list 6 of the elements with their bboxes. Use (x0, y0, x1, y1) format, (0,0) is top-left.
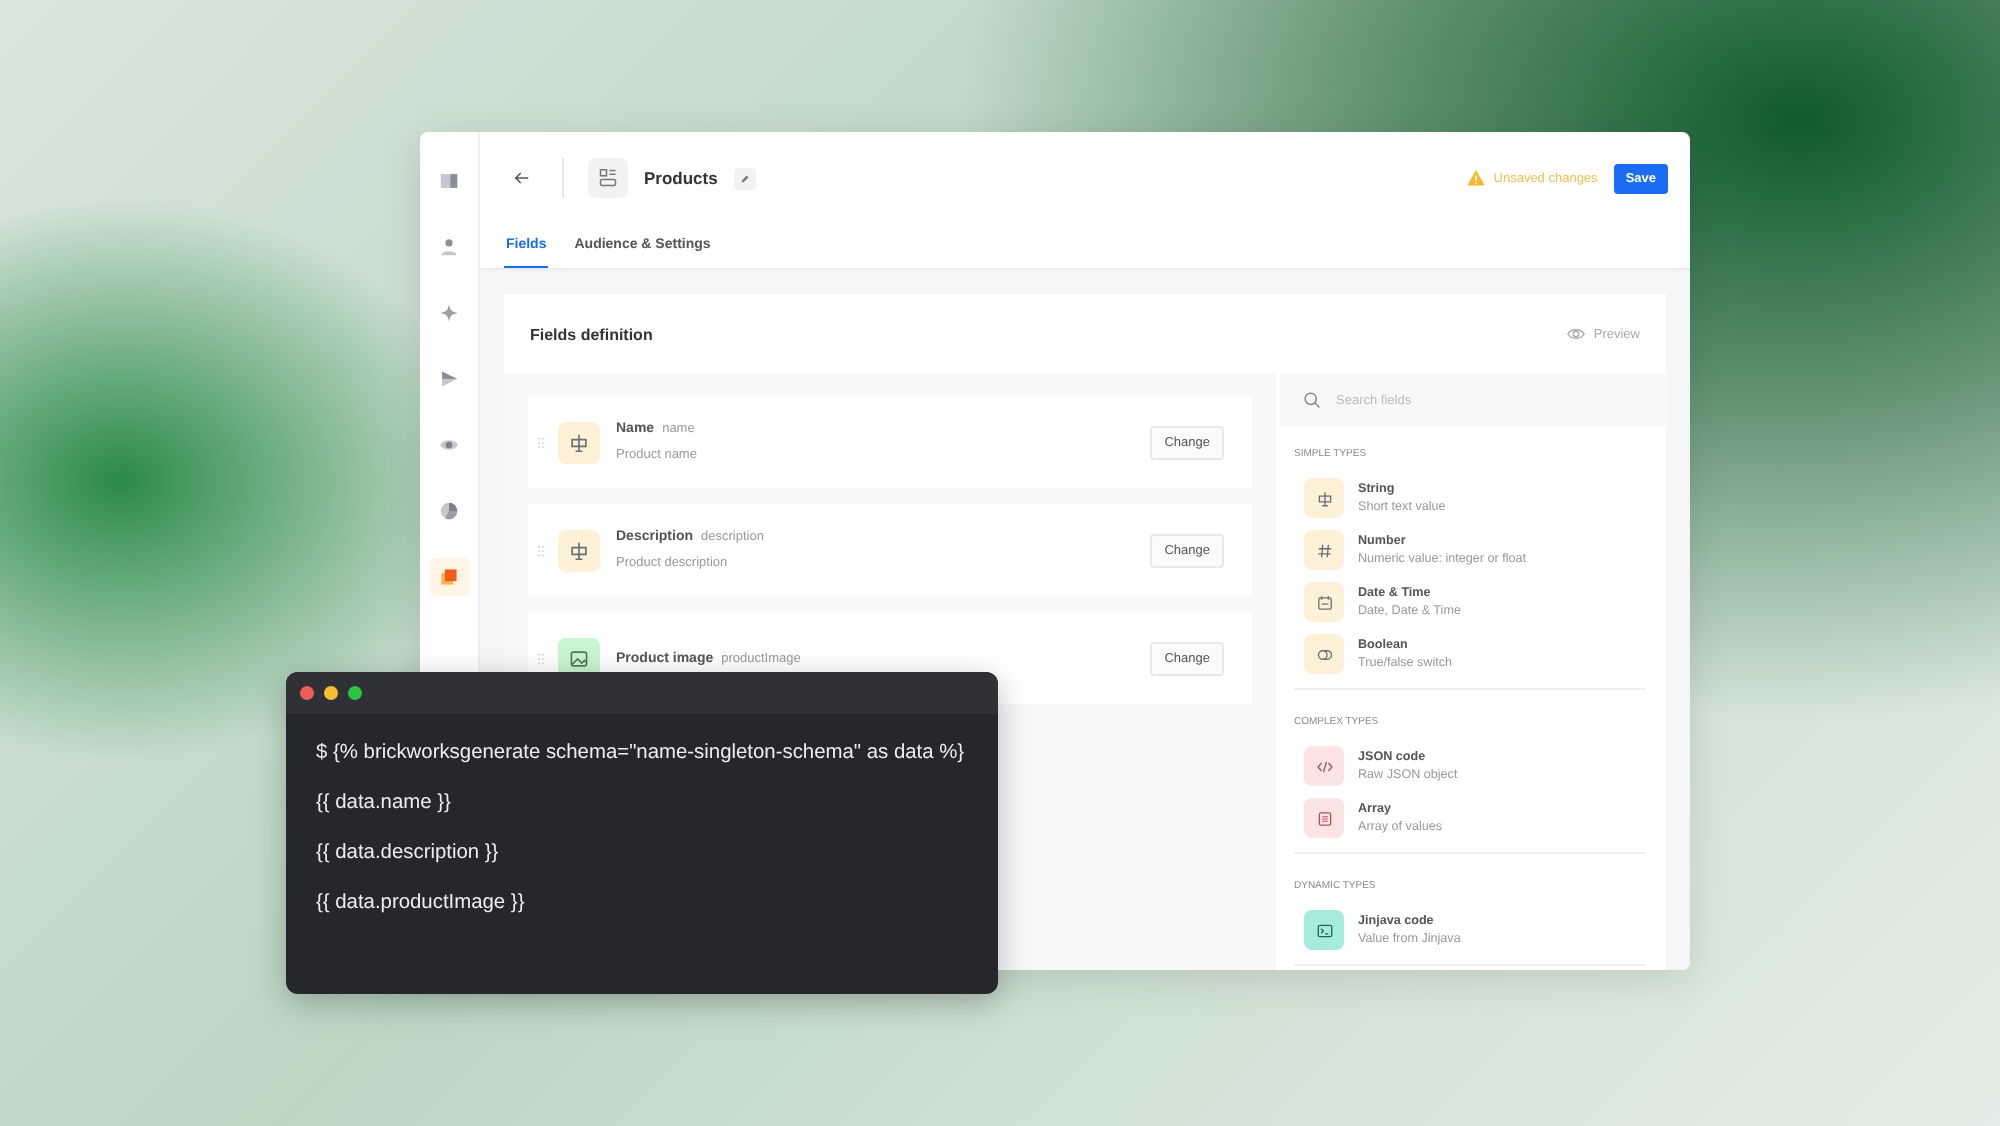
code-line: {{ data.productImage }} (316, 890, 527, 918)
code-line: {{ data.description }} (316, 840, 501, 868)
card-title: Fields definition (530, 325, 653, 343)
code-line: {{ data.name }} (316, 790, 453, 818)
code-line: $ {% brickworksgenerate schema="name-singleton-schema" as data %} (316, 740, 967, 768)
page-title: Products (644, 168, 718, 188)
